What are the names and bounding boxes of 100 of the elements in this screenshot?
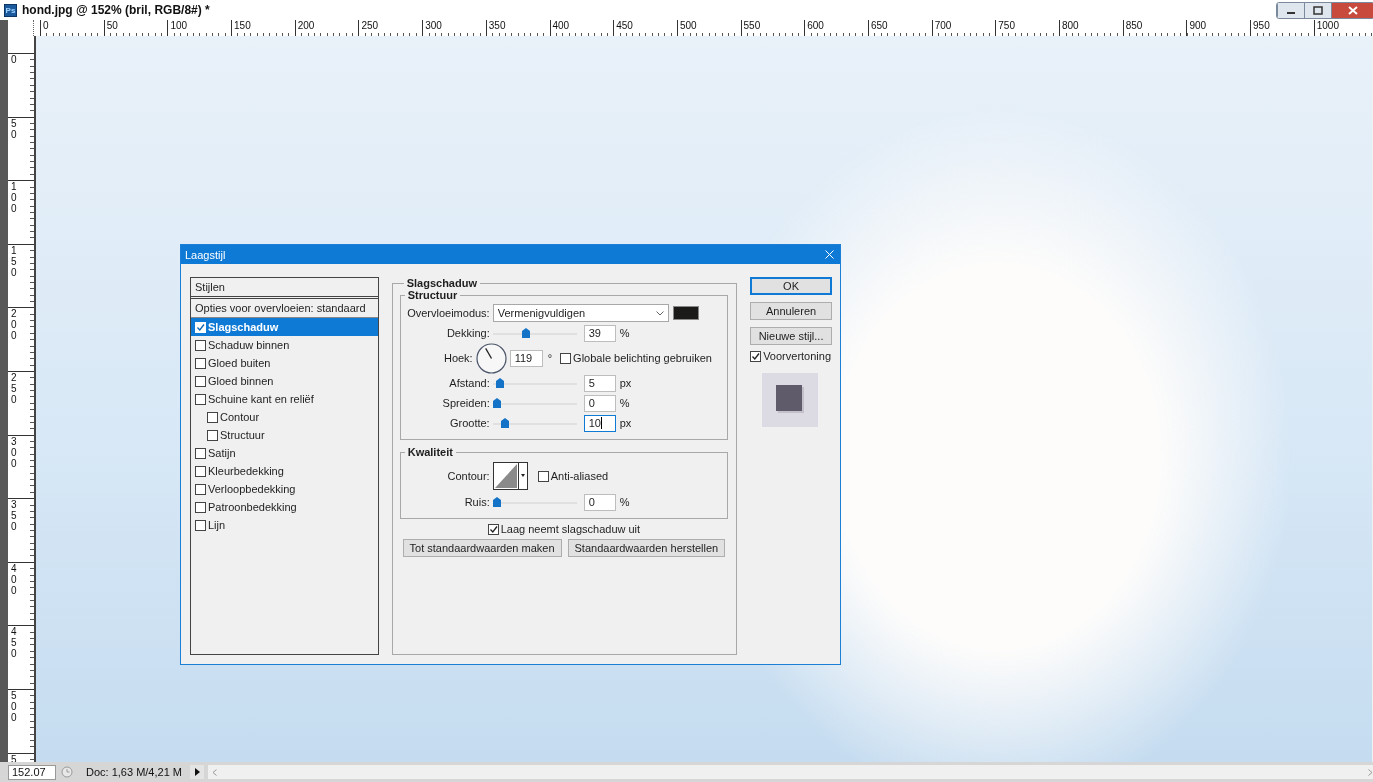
play-icon[interactable] [190,765,204,779]
dialog-button[interactable]: Nieuwe stijl... [750,327,832,345]
ruler-label: 900 [1189,20,1207,31]
number-field[interactable]: 0 [583,394,616,412]
checkbox[interactable] [195,465,206,477]
checkbox-label: Globale belichting gebruiken [573,352,712,364]
angle-dial[interactable] [475,342,507,374]
dialog-button[interactable]: Annuleren [750,302,832,320]
field-label: Overvloeimodus: [406,307,491,319]
zoom-field[interactable]: 152.07 [8,764,56,780]
preview-drawing [762,373,819,427]
ruler-label: 450 [616,20,633,31]
style-list-item[interactable]: Gloed binnen [191,372,378,390]
field-label: Afstand: [448,377,491,389]
panel-title: Slagschaduw [405,277,478,289]
contour-curve-icon [493,463,518,489]
ruler-label: 100 [170,20,188,31]
style-list-item[interactable]: Gloed buiten [191,354,378,372]
ruler-label: 200 [297,20,315,31]
number-field[interactable]: 10 [583,414,616,432]
checkbox[interactable] [195,519,206,531]
ruler-label: 400 [552,20,570,31]
color-swatch[interactable] [672,306,699,320]
unit-label: % [619,496,630,508]
checkbox[interactable] [750,350,762,362]
ruler-label: 0 [43,20,49,31]
ruler-label: 50 [106,20,118,31]
style-list-item[interactable]: Slagschaduw [191,318,378,336]
checkbox[interactable] [195,483,206,495]
checkbox[interactable] [195,339,206,351]
ruler-label: 150 [234,20,251,31]
style-list-item[interactable]: Kleurbedekking [191,462,378,480]
list-header: Stijlen [191,278,378,299]
style-list-item[interactable]: Satijn [191,444,378,462]
section-title: Kwaliteit [406,446,454,458]
restore-icon[interactable] [1304,2,1332,18]
number-field[interactable]: 39 [583,324,616,342]
field-label: Dekking: [445,327,491,339]
checkbox[interactable] [195,375,206,387]
field-label: Grootte: [448,417,491,429]
blend-mode-dropdown[interactable]: Vermenigvuldigen [492,304,669,322]
ruler-label: 950 [1253,20,1270,31]
ruler-label: 800 [1062,20,1079,31]
ruler-label: 700 [934,20,952,31]
checkbox[interactable] [207,411,218,423]
checkbox[interactable] [195,501,206,513]
checkbox-label: Anti-aliased [550,470,609,482]
checkbox-label: Voorvertoning [763,350,832,362]
style-list-item[interactable]: Schuine kant en reliëf [191,390,378,408]
style-list-item[interactable]: Structuur [191,426,378,444]
field-label: Contour: [446,470,491,482]
checkbox[interactable] [195,357,206,369]
slider-thumb[interactable] [522,328,531,338]
ruler-label: 1000 [1316,20,1339,31]
unit-label: ° [547,352,553,364]
checkbox[interactable] [195,393,206,405]
checkbox-label: Laag neemt slagschaduw uit [500,523,641,535]
dialog-title: Laagstijl [185,248,226,261]
default-values-button[interactable]: Tot standaardwaarden maken [402,539,562,557]
app-icon: Ps [4,3,17,17]
slider-thumb[interactable] [492,497,501,507]
ruler-label: 550 [743,20,761,31]
style-list-item[interactable]: Patroonbedekking [191,498,378,516]
close-icon[interactable] [1331,2,1373,18]
number-field[interactable]: 0 [583,493,616,511]
unit-label: % [619,327,630,339]
ruler-label: 250 [361,20,379,31]
field-label: Spreiden: [441,397,491,409]
document-size: Doc: 1,63 M/4,21 M [85,766,183,778]
field-label: Hoek: [442,352,474,364]
ruler-label: 650 [870,20,888,31]
style-list-item[interactable]: Schaduw binnen [191,336,378,354]
ruler-label: 300 [425,20,442,31]
style-list-item[interactable]: Contour [191,408,378,426]
ruler-label: 850 [1125,20,1143,31]
checkbox[interactable] [207,429,218,441]
field-label: Ruis: [463,496,491,508]
ruler-label: 350 [488,20,506,31]
style-list-item[interactable]: Verloopbedekking [191,480,378,498]
ruler-label: 750 [998,20,1015,31]
ruler-label: 500 [679,20,697,31]
slider-thumb[interactable] [496,378,505,388]
style-list-item[interactable]: Lijn [191,516,378,534]
caret-icon [517,463,527,489]
slider-thumb[interactable] [492,398,501,408]
dialog-button[interactable]: OK [750,277,832,295]
number-field[interactable]: 5 [583,374,616,392]
section-title: Structuur [406,289,459,301]
checkbox[interactable] [537,470,549,482]
ruler-label: 600 [807,20,824,31]
unit-label: % [619,397,630,409]
checkbox[interactable] [487,523,499,535]
window-title: hond.jpg @ 152% (bril, RGB/8#) * [22,3,211,17]
contour-picker[interactable] [492,462,528,490]
default-values-button[interactable]: Standaardwaarden herstellen [567,539,726,557]
checkbox[interactable] [195,447,206,459]
number-field[interactable]: 119 [509,349,543,367]
minimize-icon[interactable] [1277,2,1305,18]
checkbox[interactable] [560,352,572,364]
slider-thumb[interactable] [501,418,510,428]
